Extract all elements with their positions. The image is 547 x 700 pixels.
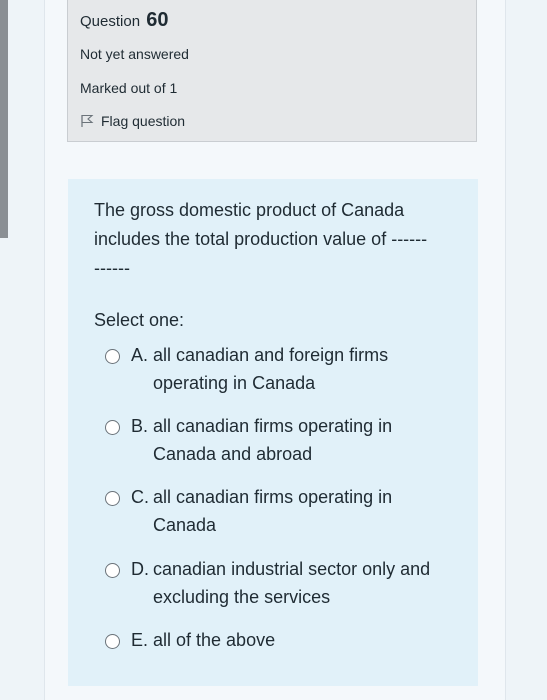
flag-question-label: Flag question xyxy=(101,113,186,129)
question-content: The gross domestic product of Canada inc… xyxy=(68,179,478,686)
question-text-line: The gross domestic product of Canada xyxy=(94,200,405,220)
option-d[interactable]: D. canadian industrial sector only and e… xyxy=(105,555,453,611)
option-text-line: canadian industrial sector only and xyxy=(153,559,431,579)
option-text: all of the above xyxy=(153,626,453,654)
question-label: Question xyxy=(80,13,141,30)
option-b[interactable]: B. all canadian firms operating in Canad… xyxy=(105,412,453,468)
option-text-line: excluding the services xyxy=(153,587,331,607)
option-text: all canadian firms operating in Canada xyxy=(153,483,453,539)
option-a[interactable]: A. all canadian and foreign firms operat… xyxy=(105,341,453,397)
option-letter: B. xyxy=(131,416,149,436)
question-number: 60 xyxy=(146,9,169,31)
radio-icon[interactable] xyxy=(105,634,120,649)
question-text: The gross domestic product of Canada inc… xyxy=(94,196,464,283)
option-text-line: all of the above xyxy=(153,630,276,650)
option-letter: E. xyxy=(131,630,149,650)
option-text: canadian industrial sector only and excl… xyxy=(153,555,453,611)
question-info-panel: Question 60 Not yet answered Marked out … xyxy=(67,0,477,142)
radio-icon[interactable] xyxy=(105,349,120,364)
option-text-line: Canada and abroad xyxy=(153,444,313,464)
option-c[interactable]: C. all canadian firms operating in Canad… xyxy=(105,483,453,539)
option-letter: C. xyxy=(131,487,149,507)
option-text-line: Canada xyxy=(153,515,217,535)
option-text-line: all canadian and foreign firms xyxy=(153,345,389,365)
question-status: Not yet answered xyxy=(80,46,189,62)
option-text: all canadian firms operating in Canada a… xyxy=(153,412,453,468)
option-letter: D. xyxy=(131,559,149,579)
option-text-line: all canadian firms operating in xyxy=(153,487,393,507)
radio-icon[interactable] xyxy=(105,563,120,578)
select-one-label: Select one: xyxy=(94,310,185,330)
flag-icon xyxy=(81,114,94,127)
option-e[interactable]: E. all of the above xyxy=(105,626,453,654)
question-text-line: ------ xyxy=(94,258,130,278)
option-text-line: all canadian firms operating in xyxy=(153,416,393,436)
radio-icon[interactable] xyxy=(105,420,120,435)
question-text-line: includes the total production value of -… xyxy=(94,229,428,249)
flag-question-link[interactable]: Flag question xyxy=(80,113,185,129)
question-marks: Marked out of 1 xyxy=(80,80,178,96)
radio-icon[interactable] xyxy=(105,491,120,506)
option-letter: A. xyxy=(131,345,149,365)
question-title: Question 60 xyxy=(80,9,168,32)
scrollbar-indicator[interactable] xyxy=(0,0,8,238)
option-text: all canadian and foreign firms operating… xyxy=(153,341,453,397)
option-text-line: operating in Canada xyxy=(153,373,316,393)
